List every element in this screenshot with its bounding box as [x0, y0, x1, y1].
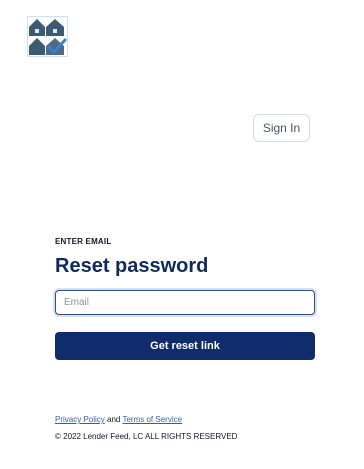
page-title: Reset password — [55, 255, 209, 277]
and-text: and — [107, 415, 123, 424]
privacy-policy-link[interactable]: Privacy Policy — [55, 415, 105, 424]
enter-email-label: ENTER EMAIL — [55, 237, 112, 246]
footer-links: Privacy Policy and Terms of Service — [55, 415, 182, 424]
get-reset-link-button[interactable]: Get reset link — [55, 332, 315, 360]
brand-logo-icon[interactable] — [27, 16, 68, 57]
email-field[interactable] — [55, 290, 315, 315]
sign-in-button[interactable]: Sign In — [253, 114, 310, 142]
terms-of-service-link[interactable]: Terms of Service — [122, 415, 182, 424]
copyright-text: © 2022 Lender Feed, LC ALL RIGHTS RESERV… — [55, 432, 238, 441]
